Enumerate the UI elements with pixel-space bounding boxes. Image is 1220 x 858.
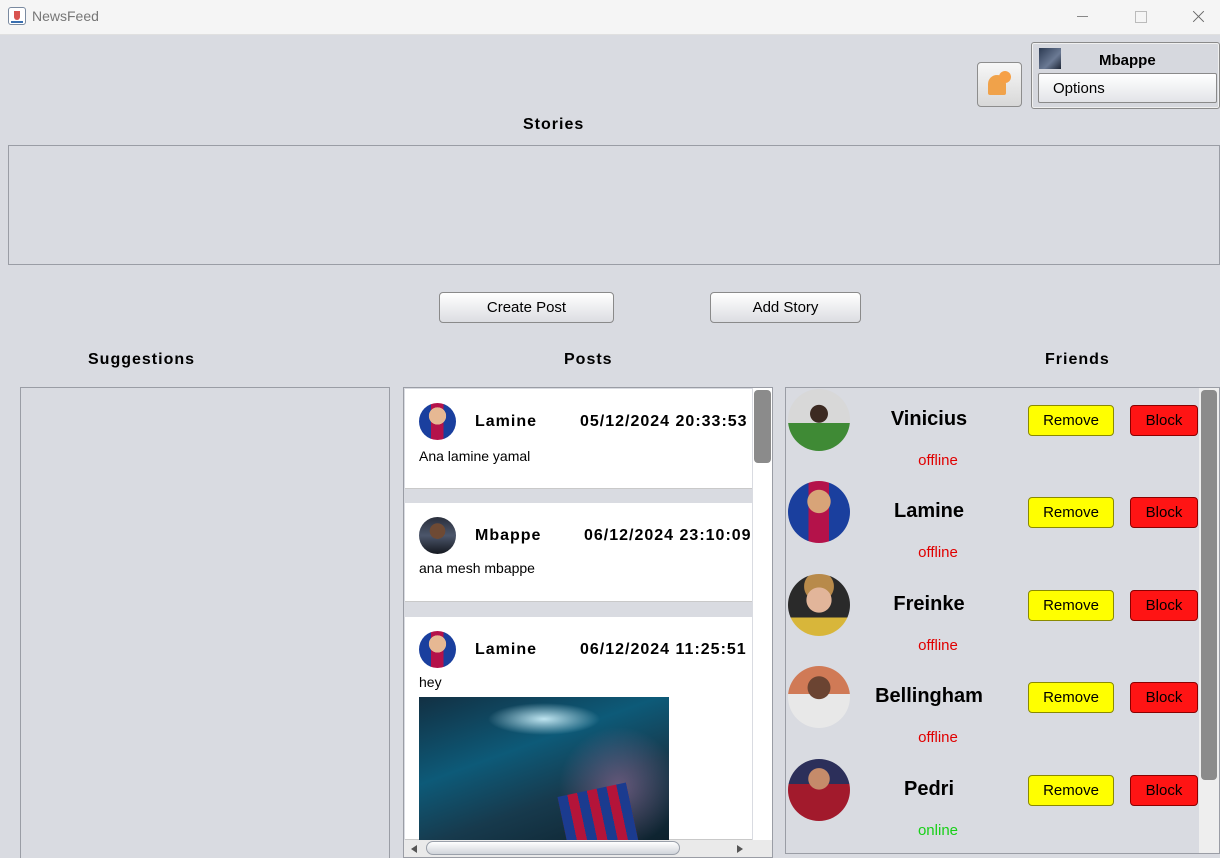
user-panel: Mbappe Options [1031, 42, 1220, 109]
posts-heading: Posts [564, 351, 613, 368]
avatar [788, 666, 850, 728]
status-badge: offline [918, 544, 958, 561]
user-name: Mbappe [1099, 52, 1156, 69]
friends-heading: Friends [1045, 351, 1110, 368]
maximize-button[interactable] [1117, 0, 1163, 34]
remove-friend-button[interactable]: Remove [1028, 405, 1114, 436]
add-story-button[interactable]: Add Story [710, 292, 861, 323]
scrollbar-thumb[interactable] [1201, 390, 1217, 780]
stories-panel [8, 145, 1220, 265]
suggestions-panel [20, 387, 390, 858]
post-author: Lamine [475, 413, 538, 430]
status-badge: offline [918, 452, 958, 469]
block-friend-button[interactable]: Block [1130, 405, 1198, 436]
posts-vertical-scrollbar[interactable] [753, 388, 772, 840]
remove-friend-button[interactable]: Remove [1028, 775, 1114, 806]
post-card: Lamine 05/12/2024 20:33:53 Ana lamine ya… [405, 389, 752, 489]
block-friend-button[interactable]: Block [1130, 590, 1198, 621]
block-friend-button[interactable]: Block [1130, 682, 1198, 713]
friend-item: Lamine offline Remove Block [786, 480, 1198, 572]
window-title: NewsFeed [32, 8, 99, 24]
avatar [788, 759, 850, 821]
scrollbar-thumb[interactable] [754, 390, 771, 463]
friend-name: Bellingham [875, 685, 983, 707]
status-badge: offline [918, 637, 958, 654]
avatar [419, 517, 456, 554]
status-badge: offline [918, 729, 958, 746]
friend-item: Bellingham offline Remove Block [786, 665, 1198, 757]
friend-name: Pedri [903, 778, 955, 800]
friend-item: Freinke offline Remove Block [786, 573, 1198, 665]
create-post-button[interactable]: Create Post [439, 292, 614, 323]
close-button[interactable] [1176, 0, 1220, 34]
avatar [419, 631, 456, 668]
avatar [788, 481, 850, 543]
post-image [419, 697, 669, 857]
status-badge: online [917, 822, 959, 839]
post-author: Lamine [475, 641, 538, 658]
friends-panel[interactable]: Vinicius offline Remove Block Lamine off… [785, 387, 1220, 854]
friend-name: Freinke [893, 593, 965, 615]
avatar [788, 389, 850, 451]
post-date: 06/12/2024 23:10:09 [584, 527, 752, 544]
friend-item: Vinicius offline Remove Block [786, 388, 1198, 480]
post-card: Lamine 06/12/2024 11:25:51 hey [405, 617, 752, 857]
suggestions-heading: Suggestions [88, 351, 196, 368]
post-text: ana mesh mbappe [419, 560, 535, 576]
title-bar: NewsFeed [0, 0, 1220, 35]
remove-friend-button[interactable]: Remove [1028, 682, 1114, 713]
post-date: 06/12/2024 11:25:51 [580, 641, 747, 658]
scrollbar-thumb[interactable] [426, 841, 680, 855]
avatar [419, 403, 456, 440]
stories-heading: Stories [523, 116, 585, 133]
friend-item: Pedri online Remove Block [786, 758, 1198, 850]
avatar [788, 574, 850, 636]
minimize-button[interactable] [1059, 0, 1105, 34]
post-text: hey [419, 674, 442, 690]
friend-name: Lamine [893, 500, 965, 522]
friend-name: Vinicius [890, 408, 968, 430]
notifications-button[interactable] [977, 62, 1022, 107]
notification-dot [999, 71, 1011, 83]
post-text: Ana lamine yamal [419, 448, 531, 464]
options-button[interactable]: Options [1038, 73, 1217, 103]
posts-horizontal-scrollbar[interactable] [404, 840, 772, 857]
block-friend-button[interactable]: Block [1130, 497, 1198, 528]
scroll-right-icon[interactable] [737, 845, 743, 853]
avatar [1039, 48, 1061, 69]
remove-friend-button[interactable]: Remove [1028, 590, 1114, 621]
post-card: Mbappe 06/12/2024 23:10:09 ana mesh mbap… [405, 503, 752, 602]
scroll-left-icon[interactable] [411, 845, 417, 853]
remove-friend-button[interactable]: Remove [1028, 497, 1114, 528]
friends-vertical-scrollbar[interactable] [1199, 388, 1219, 853]
block-friend-button[interactable]: Block [1130, 775, 1198, 806]
post-author: Mbappe [475, 527, 542, 544]
post-date: 05/12/2024 20:33:53 [580, 413, 748, 430]
java-app-icon [8, 7, 26, 25]
posts-panel[interactable]: Lamine 05/12/2024 20:33:53 Ana lamine ya… [403, 387, 773, 858]
